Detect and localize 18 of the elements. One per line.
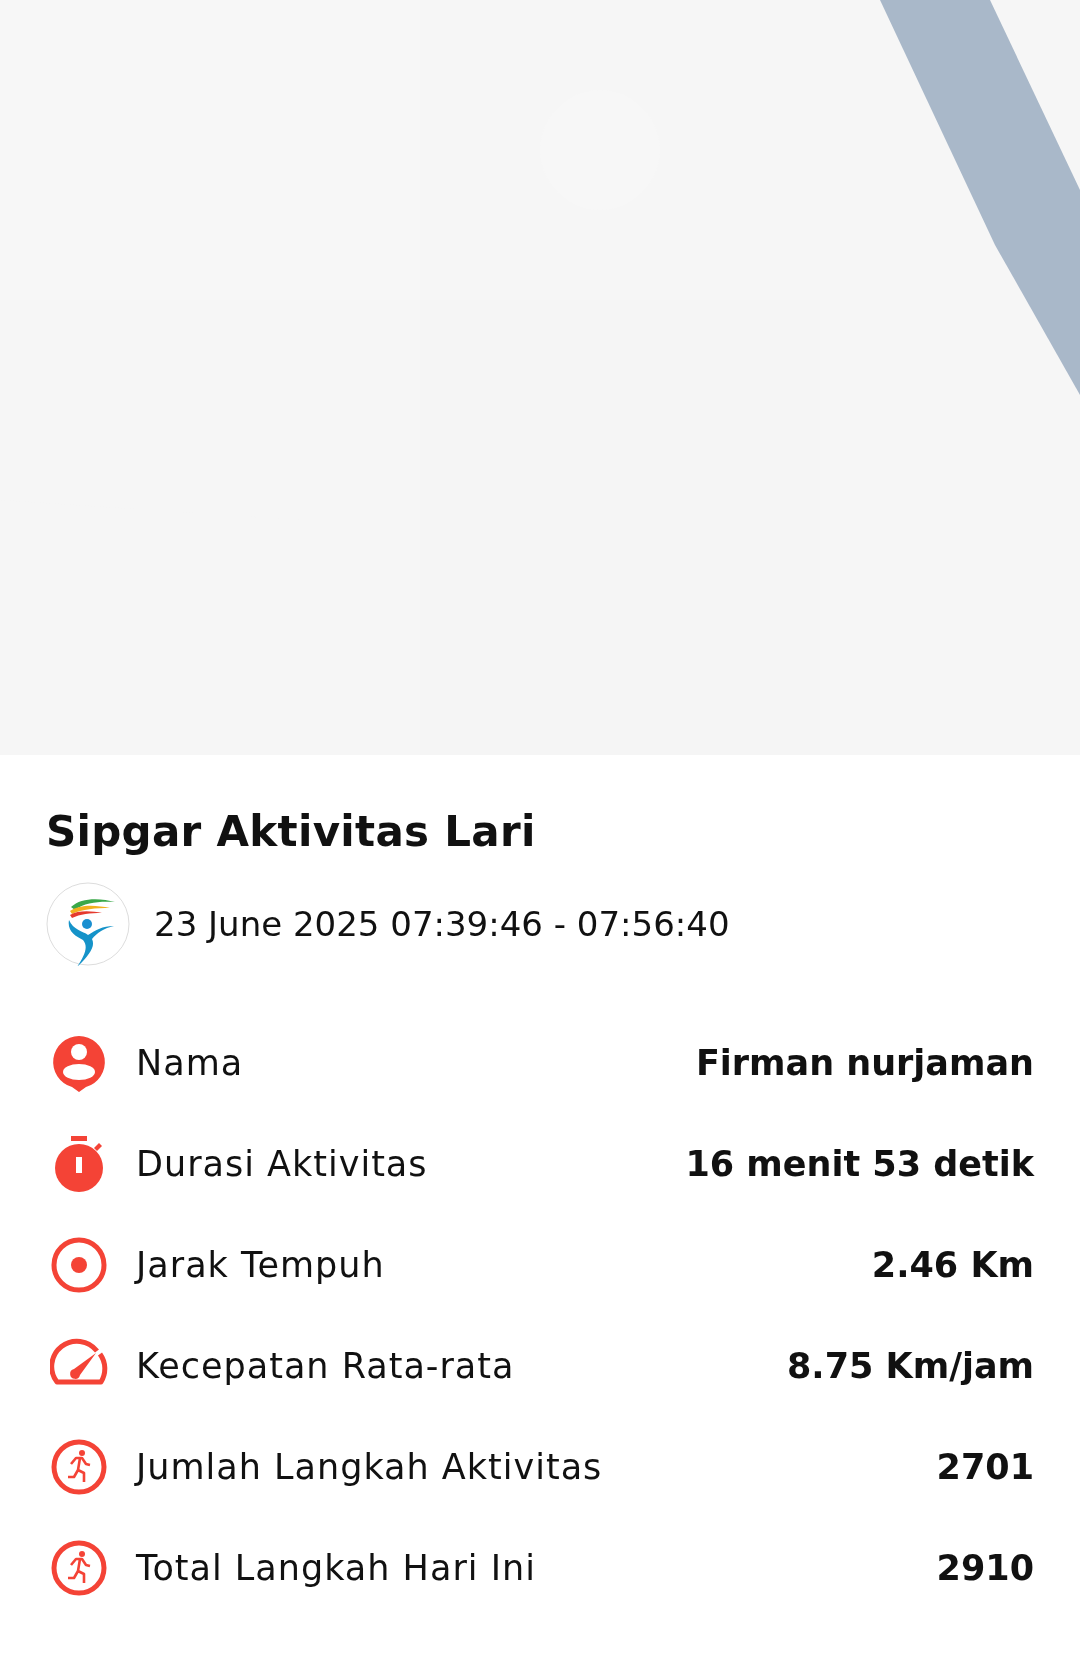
stat-value: 16 menit 53 detik — [685, 1144, 1034, 1184]
activity-title: Sipgar Aktivitas Lari — [46, 807, 537, 856]
stat-value: Firman nurjaman — [695, 1043, 1034, 1083]
stat-label: Jarak Tempuh — [136, 1245, 385, 1285]
activity-datetime: 23 June 2025 07:39:46 - 07:56:40 — [154, 904, 730, 944]
stat-value: 8.75 Km/jam — [787, 1346, 1034, 1386]
user-pin-icon — [50, 1034, 108, 1092]
running-person-icon — [50, 1539, 108, 1597]
stat-label: Jumlah Langkah Aktivitas — [136, 1447, 603, 1487]
stat-label: Kecepatan Rata-rata — [136, 1346, 515, 1386]
stat-value: 2.46 Km — [871, 1245, 1034, 1285]
stat-value: 2701 — [936, 1447, 1034, 1487]
stat-label: Durasi Aktivitas — [136, 1144, 428, 1184]
stat-value: 2910 — [936, 1548, 1034, 1588]
stat-label: Total Langkah Hari Ini — [136, 1548, 536, 1588]
stat-label: Nama — [136, 1043, 244, 1083]
running-person-icon — [50, 1438, 108, 1496]
target-icon — [50, 1236, 108, 1294]
